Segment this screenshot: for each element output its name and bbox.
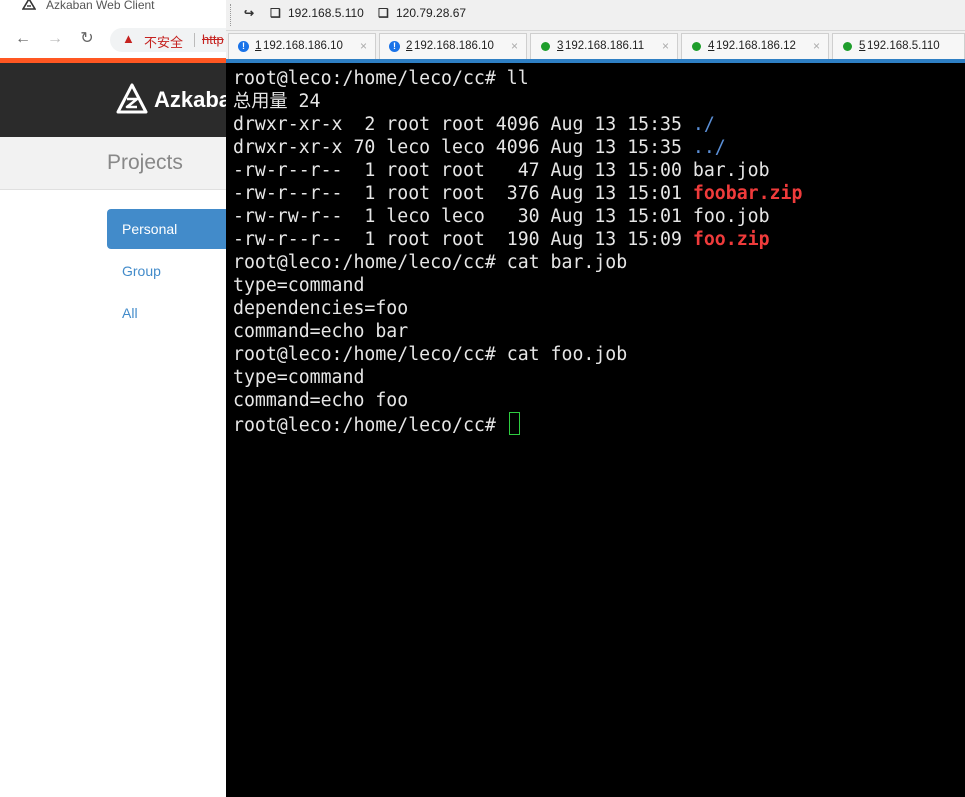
filter-group[interactable]: Group bbox=[107, 251, 237, 291]
zip-entry: foo.zip bbox=[692, 229, 770, 250]
session-tab-4[interactable]: 4 192.168.186.12 × bbox=[681, 33, 829, 59]
browser-window: Azkaban Web Client ← → ↻ ▲ 不安全 http Azka… bbox=[0, 0, 250, 797]
terminal-cursor[interactable] bbox=[508, 412, 520, 435]
terminal-line: dependencies=foo bbox=[233, 298, 409, 319]
session-tab-bar: ! 1 192.168.186.10 × ! 2 192.168.186.10 … bbox=[226, 31, 965, 59]
terminal-line: drwxr-xr-x 2 root root 4096 Aug 13 15:35 bbox=[233, 114, 693, 135]
terminal-line: drwxr-xr-x 70 leco leco 4096 Aug 13 15:3… bbox=[233, 137, 693, 158]
reload-icon[interactable]: ↻ bbox=[78, 30, 96, 48]
terminal-pane[interactable]: root@leco:/home/leco/cc# ll 总用量 24 drwxr… bbox=[226, 63, 965, 797]
omnibox-divider bbox=[194, 33, 195, 47]
toolbar-grip[interactable] bbox=[230, 4, 234, 26]
terminal-line: -rw-r--r-- 1 root root 376 Aug 13 15:01 bbox=[233, 183, 693, 204]
terminal-line: root@leco:/home/leco/cc# ll bbox=[233, 68, 529, 89]
tab-host: 192.168.186.11 bbox=[565, 40, 645, 52]
filter-personal[interactable]: Personal bbox=[107, 209, 237, 249]
close-icon[interactable]: × bbox=[813, 39, 820, 53]
terminal-prompt: root@leco:/home/leco/cc# bbox=[233, 415, 507, 436]
terminal-output: root@leco:/home/leco/cc# ll 总用量 24 drwxr… bbox=[233, 67, 802, 437]
favorite-host-1[interactable]: ❏ 192.168.5.110 bbox=[270, 6, 364, 20]
close-icon[interactable]: × bbox=[662, 39, 669, 53]
terminal-line: type=command bbox=[233, 275, 365, 296]
warning-status-icon: ! bbox=[389, 41, 400, 52]
window-title: Azkaban Web Client bbox=[46, 0, 155, 12]
connected-status-icon bbox=[692, 42, 701, 51]
quick-connect-button[interactable]: ↪ bbox=[244, 6, 262, 20]
tab-number: 4 bbox=[708, 40, 715, 52]
address-bar-row: ← → ↻ ▲ 不安全 http bbox=[0, 22, 250, 58]
terminal-line: command=echo bar bbox=[233, 321, 409, 342]
warning-triangle-icon: ▲ bbox=[122, 31, 135, 46]
terminal-line: root@leco:/home/leco/cc# cat foo.job bbox=[233, 344, 628, 365]
tab-number: 2 bbox=[406, 40, 413, 52]
terminal-line: -rw-r--r-- 1 root root 47 Aug 13 15:00 bbox=[233, 160, 693, 181]
terminal-line: command=echo foo bbox=[233, 390, 409, 411]
favorite-host-2[interactable]: ❏ 120.79.28.67 bbox=[378, 6, 466, 20]
ssh-client-window: ↪ ❏ 192.168.5.110 ❏ 120.79.28.67 ! 1 192.1… bbox=[226, 0, 965, 797]
tab-host: 192.168.5.110 bbox=[867, 40, 940, 52]
terminal-line: 总用量 24 bbox=[233, 91, 321, 112]
bookmark-icon: ❏ bbox=[270, 6, 281, 20]
projects-title-bar: Projects bbox=[0, 137, 226, 190]
tab-number: 3 bbox=[557, 40, 564, 52]
close-icon[interactable]: × bbox=[360, 39, 367, 53]
favorite-host-1-label: 192.168.5.110 bbox=[288, 6, 364, 20]
tab-number: 1 bbox=[255, 40, 262, 52]
terminal-line: -rw-r--r-- 1 root root 190 Aug 13 15:09 bbox=[233, 229, 693, 250]
session-tab-3[interactable]: 3 192.168.186.11 × bbox=[530, 33, 678, 59]
favorite-host-2-label: 120.79.28.67 bbox=[396, 6, 467, 20]
page-title: Projects bbox=[107, 151, 183, 174]
security-warning-label: 不安全 bbox=[144, 35, 184, 50]
terminal-line: root@leco:/home/leco/cc# cat bar.job bbox=[233, 252, 628, 273]
forward-arrow-icon[interactable]: → bbox=[46, 30, 64, 48]
tab-host: 192.168.186.10 bbox=[263, 40, 343, 52]
azkaban-favicon-icon bbox=[22, 0, 36, 10]
azkaban-logo-icon bbox=[116, 83, 148, 114]
file-entry: foo.job bbox=[692, 206, 770, 227]
session-tab-5[interactable]: 5 192.168.5.110 bbox=[832, 33, 965, 59]
tab-host: 192.168.186.10 bbox=[414, 40, 494, 52]
azkaban-header: Azkaban bbox=[0, 63, 244, 137]
terminal-line: -rw-rw-r-- 1 leco leco 30 Aug 13 15:01 bbox=[233, 206, 693, 227]
tab-host: 192.168.186.12 bbox=[716, 40, 796, 52]
connect-arrow-icon: ↪ bbox=[244, 6, 255, 20]
browser-titlebar: Azkaban Web Client bbox=[0, 0, 226, 22]
tab-number: 5 bbox=[859, 40, 866, 52]
dir-entry: ../ bbox=[692, 137, 726, 158]
connected-status-icon bbox=[541, 42, 550, 51]
connected-status-icon bbox=[843, 42, 852, 51]
session-tab-1[interactable]: ! 1 192.168.186.10 × bbox=[228, 33, 376, 59]
favorites-bar: ↪ ❏ 192.168.5.110 ❏ 120.79.28.67 bbox=[226, 0, 965, 31]
back-arrow-icon[interactable]: ← bbox=[14, 30, 32, 48]
url-text[interactable]: http bbox=[202, 32, 224, 47]
session-tab-2[interactable]: ! 2 192.168.186.10 × bbox=[379, 33, 527, 59]
terminal-line: type=command bbox=[233, 367, 365, 388]
warning-status-icon: ! bbox=[238, 41, 249, 52]
file-entry: bar.job bbox=[692, 160, 770, 181]
dir-entry: ./ bbox=[692, 114, 715, 135]
close-icon[interactable]: × bbox=[511, 39, 518, 53]
zip-entry: foobar.zip bbox=[692, 183, 803, 204]
filter-all[interactable]: All bbox=[107, 293, 237, 333]
bookmark-icon: ❏ bbox=[378, 6, 389, 20]
